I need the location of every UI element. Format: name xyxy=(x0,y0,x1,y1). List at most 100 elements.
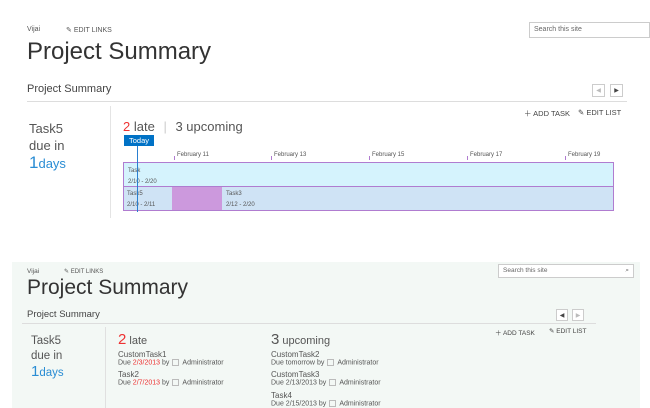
late-upcoming-summary: 2 late | 3 upcoming xyxy=(123,119,243,134)
divider xyxy=(27,101,627,102)
tick xyxy=(174,156,175,160)
prev-button[interactable]: ◀ xyxy=(592,84,605,97)
edit-links-label: EDIT LINKS xyxy=(73,27,112,34)
due-summary: Task5 due in 1days xyxy=(31,334,64,381)
assignee[interactable]: Administrator xyxy=(339,400,380,407)
due-days-unit: days xyxy=(39,367,64,379)
separator: | xyxy=(163,119,167,134)
page-title: Project Summary xyxy=(27,38,212,65)
task-name[interactable]: Task2 xyxy=(118,370,224,379)
user-presence-icon xyxy=(327,359,335,366)
edit-list-button[interactable]: ✎ EDIT LIST xyxy=(549,327,587,335)
tick-label: February 11 xyxy=(177,152,209,158)
bar-dates: 2/10 - 2/11 xyxy=(127,202,156,208)
due-task: Task5 xyxy=(31,335,62,347)
tick xyxy=(369,156,370,160)
edit-links-button[interactable]: ✎ EDIT LINKS xyxy=(64,268,103,275)
due-date: 2/13/2013 xyxy=(285,379,317,387)
due-in-label: due in xyxy=(31,350,63,362)
task-item[interactable]: Task2 Due 2/7/2013 by Administrator xyxy=(118,370,224,387)
due-date: 2/3/2013 xyxy=(132,359,161,367)
task-name[interactable]: Task4 xyxy=(271,391,381,400)
due-summary: Task5 due in 1days xyxy=(29,120,66,172)
assignee[interactable]: Administrator xyxy=(182,380,223,387)
due-label: Due xyxy=(118,359,131,367)
tick xyxy=(271,156,272,160)
prev-button[interactable]: ◀ xyxy=(556,309,568,321)
add-task-button[interactable]: ＋ ADD TASK xyxy=(524,108,570,119)
search-icon[interactable]: ⌕ xyxy=(625,267,629,275)
task-item[interactable]: Task4 Due 2/15/2013 by Administrator xyxy=(271,391,381,408)
tick-label: February 19 xyxy=(568,152,601,158)
today-line xyxy=(137,146,138,212)
pencil-icon: ✎ xyxy=(64,269,70,275)
due-label: Due xyxy=(271,379,284,387)
task-item[interactable]: CustomTask1 Due 2/3/2013 by Administrator xyxy=(118,350,224,367)
column-divider xyxy=(105,327,106,408)
tick-label: February 15 xyxy=(372,152,405,158)
next-button[interactable]: ▶ xyxy=(572,309,584,321)
bar-dates: 2/12 - 2/20 xyxy=(226,202,255,208)
due-date: tomorrow xyxy=(285,359,315,367)
section-title: Project Summary xyxy=(27,83,112,95)
late-label: late xyxy=(129,335,148,347)
user-link[interactable]: Vijai xyxy=(27,26,40,33)
tick-label: February 17 xyxy=(470,152,503,158)
pencil-icon: ✎ xyxy=(66,27,72,34)
by-label: by xyxy=(162,379,170,387)
add-task-label: ADD TASK xyxy=(502,330,535,337)
edit-list-label: EDIT LIST xyxy=(556,328,587,335)
task-name[interactable]: CustomTask1 xyxy=(118,350,224,359)
late-count[interactable]: 2 xyxy=(123,119,130,134)
timeline-gap xyxy=(172,187,222,210)
user-link[interactable]: Vijai xyxy=(27,268,39,275)
due-label: Due xyxy=(271,359,284,367)
user-presence-icon xyxy=(329,379,337,387)
section-title: Project Summary xyxy=(27,309,100,320)
assignee[interactable]: Administrator xyxy=(182,359,223,366)
assignee[interactable]: Administrator xyxy=(337,359,378,366)
search-input[interactable]: Search this site ⌕ xyxy=(498,264,634,278)
timeline-bar-task3[interactable]: Task3 2/12 - 2/20 xyxy=(222,187,612,210)
edit-list-label: EDIT LIST xyxy=(586,108,622,117)
column-divider xyxy=(110,106,111,218)
edit-list-button[interactable]: ✎ EDIT LIST xyxy=(578,108,621,117)
bar-name: Task5 xyxy=(127,191,143,197)
by-label: by xyxy=(162,359,170,367)
today-marker: Today xyxy=(124,135,154,146)
timeline-bar-task[interactable]: Task 2/10 - 2/20 xyxy=(123,162,614,187)
add-task-button[interactable]: ＋ ADD TASK xyxy=(495,327,535,337)
user-presence-icon xyxy=(172,359,180,366)
tick xyxy=(467,156,468,160)
late-count: 2 xyxy=(118,331,127,348)
user-presence-icon xyxy=(329,399,337,407)
due-task: Task5 xyxy=(29,121,63,136)
bar-name: Task3 xyxy=(226,191,242,197)
task-name[interactable]: CustomTask3 xyxy=(271,370,381,379)
due-date: 2/7/2013 xyxy=(132,379,161,387)
add-task-label: ADD TASK xyxy=(533,109,570,118)
upcoming-label: upcoming xyxy=(282,335,331,347)
edit-links-button[interactable]: ✎ EDIT LINKS xyxy=(66,26,112,34)
timeline-bar-task5[interactable]: Task5 2/10 - 2/11 xyxy=(124,187,172,210)
next-button[interactable]: ▶ xyxy=(610,84,623,97)
user-presence-icon xyxy=(172,379,180,387)
pencil-icon: ✎ xyxy=(578,108,585,117)
search-placeholder: Search this site xyxy=(503,267,548,274)
bar-name: Task xyxy=(128,168,141,174)
task-name[interactable]: CustomTask2 xyxy=(271,350,381,359)
assignee[interactable]: Administrator xyxy=(339,380,380,387)
search-input[interactable]: Search this site xyxy=(529,22,650,38)
upcoming-count: 3 xyxy=(271,331,280,348)
due-label: Due xyxy=(118,379,131,387)
divider xyxy=(22,323,596,324)
task-item[interactable]: CustomTask3 Due 2/13/2013 by Administrator xyxy=(271,370,381,387)
late-column: 2 late CustomTask1 Due 2/3/2013 by Adminis… xyxy=(118,332,224,391)
upcoming-label[interactable]: 3 upcoming xyxy=(175,119,242,134)
task-item[interactable]: CustomTask2 Due tomorrow by Administrator xyxy=(271,350,381,367)
due-date: 2/15/2013 xyxy=(285,400,317,408)
late-label[interactable]: late xyxy=(134,119,155,134)
due-in-label: due in xyxy=(29,138,65,153)
by-label: by xyxy=(316,359,325,367)
pencil-icon: ✎ xyxy=(549,328,555,335)
